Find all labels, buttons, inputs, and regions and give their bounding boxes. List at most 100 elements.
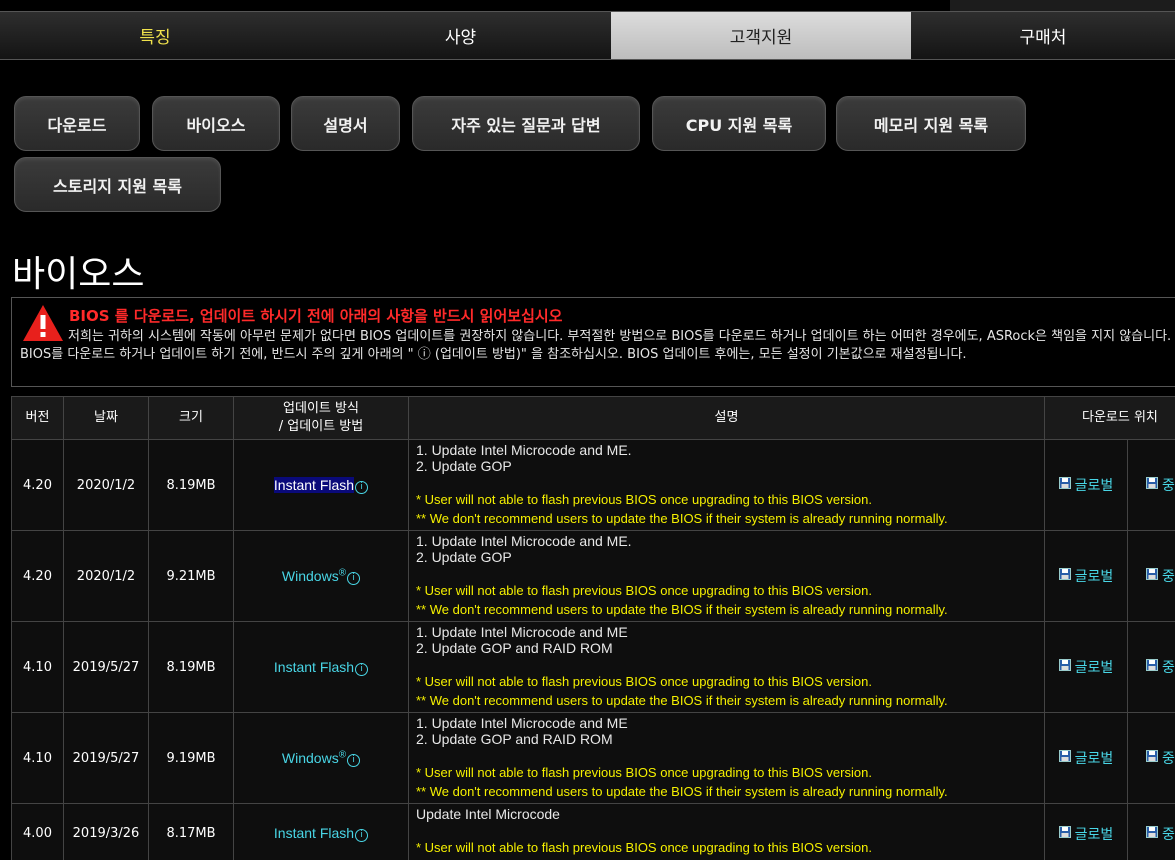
cell-size: 9.19MB: [148, 712, 234, 804]
info-circle-icon[interactable]: i: [347, 571, 361, 585]
desc-line: 2. Update GOP and RAID ROM: [416, 640, 613, 656]
cell-method: Instant Flash i: [233, 803, 409, 860]
desc-note: ** We don't recommend users to update th…: [416, 784, 948, 799]
download-china-link[interactable]: 중국: [1146, 659, 1175, 676]
top-strip-dark: [950, 0, 1175, 11]
download-global-label: 글로벌: [1074, 569, 1114, 585]
cell-version: 4.20: [11, 439, 64, 531]
registered-mark: ®: [338, 567, 347, 579]
cell-date: 2020/1/2: [63, 439, 149, 531]
cell-date: 2019/5/27: [63, 712, 149, 804]
info-circle-icon[interactable]: i: [347, 753, 361, 767]
cell-download-global: 글로벌: [1044, 803, 1128, 860]
header-download-label: 다운로드 위치: [1082, 410, 1158, 425]
info-circle-icon[interactable]: i: [355, 480, 369, 494]
cell-description: 1. Update Intel Microcode and ME 2. Updat…: [408, 621, 1045, 713]
update-method-label: Instant Flash: [273, 658, 355, 675]
header-version: 버전: [11, 396, 64, 440]
update-method-link[interactable]: Windows®: [282, 749, 347, 766]
cell-download-china: 중국: [1127, 439, 1175, 531]
cell-size: 9.21MB: [148, 530, 234, 622]
download-china-link[interactable]: 중국: [1146, 750, 1175, 767]
download-china-link[interactable]: 중국: [1146, 825, 1175, 843]
floppy-disk-icon: [1058, 750, 1071, 762]
desc-note: * User will not able to flash previous B…: [416, 840, 872, 855]
cell-method: Windows® i: [233, 712, 409, 804]
update-method-link[interactable]: Instant Flash: [274, 659, 354, 675]
download-china-link[interactable]: 중국: [1146, 568, 1175, 585]
cell-version: 4.00: [11, 803, 64, 860]
cell-date: 2019/5/27: [63, 621, 149, 713]
header-method-line1: 업데이트 방식: [283, 401, 359, 416]
table-row: 4.20 2020/1/2 8.19MB Instant Flash i 1. U…: [11, 439, 1175, 531]
cell-method: Instant Flash i: [233, 621, 409, 713]
desc-line: 1. Update Intel Microcode and ME: [416, 715, 628, 731]
desc-line: 1. Update Intel Microcode and ME.: [416, 442, 632, 458]
floppy-disk-icon: [1058, 659, 1071, 671]
download-global-label: 글로벌: [1074, 660, 1114, 676]
header-method-line2: / 업데이트 방법: [278, 419, 364, 434]
cell-size: 8.19MB: [148, 439, 234, 531]
tab-features[interactable]: 특징: [0, 12, 310, 59]
desc-note: * User will not able to flash previous B…: [416, 765, 872, 780]
desc-note: * User will not able to flash previous B…: [416, 674, 872, 689]
subnav-download-button[interactable]: 다운로드: [14, 96, 140, 151]
floppy-disk-icon: [1058, 825, 1071, 838]
update-method-link[interactable]: Instant Flash: [274, 825, 354, 841]
cell-version: 4.20: [11, 530, 64, 622]
tab-support[interactable]: 고객지원: [611, 12, 911, 59]
update-method-link[interactable]: Windows®: [282, 567, 347, 584]
subnav-cpu-support-button[interactable]: CPU 지원 목록: [652, 96, 826, 151]
cell-version: 4.10: [11, 712, 64, 804]
top-strip: [0, 0, 1175, 11]
warning-body: 저희는 귀하의 시스템에 작동에 아무런 문제가 없다면 BIOS 업데이트를 …: [20, 329, 1172, 362]
warning-box: BIOS 를 다운로드, 업데이트 하시기 전에 아래의 사항을 반드시 읽어보…: [11, 297, 1175, 387]
download-china-label: 중국: [1162, 660, 1175, 676]
download-global-link[interactable]: 글로벌: [1058, 477, 1113, 494]
table-row: 4.20 2020/1/2 9.21MB Windows® i 1. Update…: [11, 530, 1175, 622]
subnav-manual-button[interactable]: 설명서: [291, 96, 400, 151]
cell-download-global: 글로벌: [1044, 712, 1128, 804]
cell-size: 8.17MB: [148, 803, 234, 860]
warning-heading: BIOS 를 다운로드, 업데이트 하시기 전에 아래의 사항을 반드시 읽어보…: [69, 307, 563, 325]
download-global-label: 글로벌: [1074, 826, 1114, 843]
download-global-link[interactable]: 글로벌: [1058, 568, 1114, 585]
header-download: 다운로드 위치: [1044, 396, 1175, 440]
download-global-link[interactable]: 글로벌: [1058, 659, 1114, 676]
desc-note: * User will not able to flash previous B…: [416, 583, 872, 598]
subnav-bios-button[interactable]: 바이오스: [152, 96, 280, 151]
desc-line: 1. Update Intel Microcode and ME: [416, 624, 628, 640]
info-circle-icon[interactable]: i: [355, 829, 369, 842]
desc-line: 2. Update GOP: [416, 458, 512, 474]
subnav-memory-support-button[interactable]: 메모리 지원 목록: [836, 96, 1026, 151]
header-size: 크기: [148, 396, 234, 440]
desc-note: ** We don't recommend users to update th…: [416, 693, 948, 708]
desc-line: 2. Update GOP and RAID ROM: [416, 731, 613, 747]
subnav-faq-button[interactable]: 자주 있는 질문과 답변: [412, 96, 640, 151]
desc-note: ** We don't recommend users to update th…: [416, 511, 948, 526]
subnav-storage-support-button[interactable]: 스토리지 지원 목록: [14, 157, 221, 212]
cell-description: 1. Update Intel Microcode and ME. 2. Upda…: [408, 439, 1045, 531]
tab-where-to-buy[interactable]: 구매처: [911, 12, 1175, 59]
download-global-link[interactable]: 글로벌: [1058, 750, 1113, 767]
download-china-label: 중국: [1162, 569, 1175, 585]
info-circle-icon[interactable]: i: [355, 662, 369, 676]
floppy-disk-icon: [1146, 825, 1158, 838]
registered-mark: ®: [338, 749, 347, 761]
table-row: 4.10 2019/5/27 8.19MB Instant Flash i 1. …: [11, 621, 1175, 713]
desc-line: Update Intel Microcode: [416, 806, 560, 822]
download-china-link[interactable]: 중국: [1146, 477, 1175, 494]
bios-table: 버전 날짜 크기 업데이트 방식 / 업데이트 방법 설명 다운로드 위치 4.2…: [11, 396, 1175, 860]
download-global-link[interactable]: 글로벌: [1058, 825, 1114, 843]
cell-download-china: 중국: [1127, 712, 1175, 804]
floppy-disk-icon: [1058, 568, 1071, 580]
desc-note: ** We don't recommend users to update th…: [416, 602, 948, 617]
floppy-disk-icon: [1058, 477, 1071, 489]
tab-specifications[interactable]: 사양: [310, 12, 611, 59]
cell-download-china: 중국: [1127, 621, 1175, 713]
update-method-link[interactable]: Instant Flash: [273, 476, 355, 493]
floppy-disk-icon: [1146, 750, 1158, 762]
cell-date: 2019/3/26: [63, 803, 149, 860]
cell-description: Update Intel Microcode * User will not ab…: [408, 803, 1045, 860]
cell-version: 4.10: [11, 621, 64, 713]
